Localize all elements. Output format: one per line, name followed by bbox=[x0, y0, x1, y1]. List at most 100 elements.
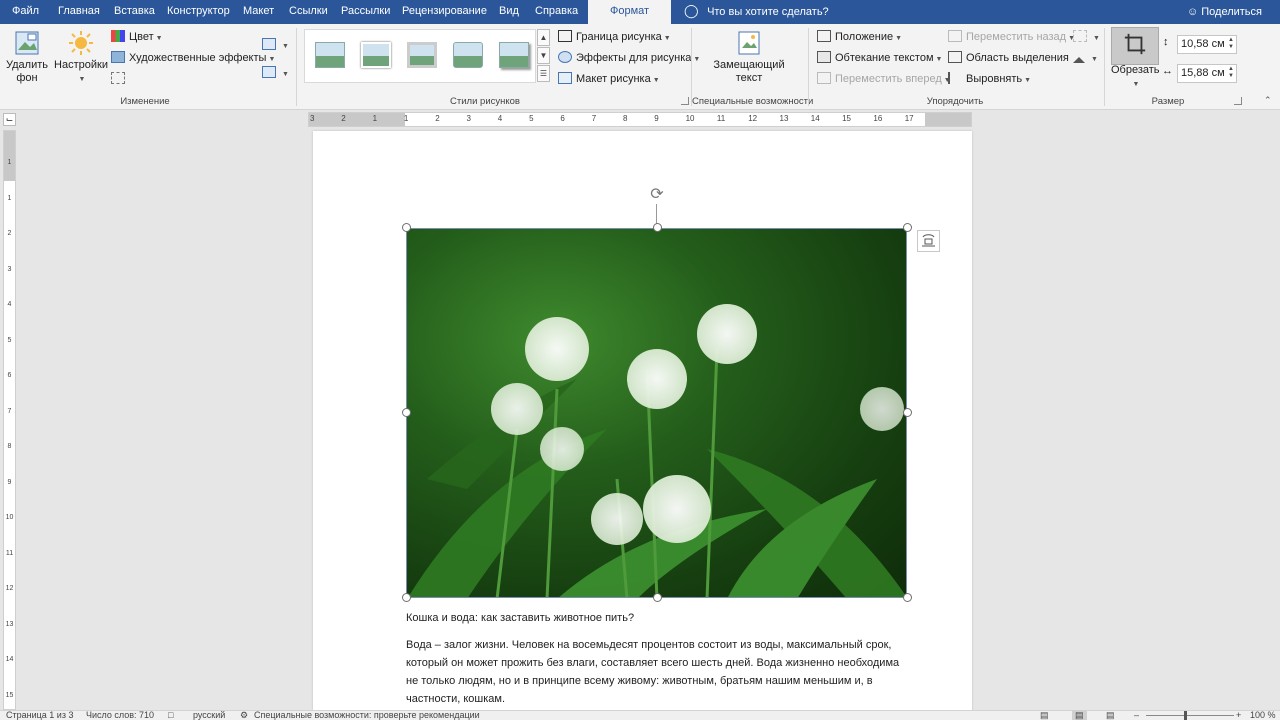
ruler-tick-label: 12 bbox=[748, 114, 758, 123]
picture-style-1[interactable] bbox=[315, 42, 345, 68]
color-button[interactable]: Цвет ▼ bbox=[111, 28, 163, 46]
document-paragraph-line[interactable]: Вода – залог жизни. Человек на восемьдес… bbox=[406, 636, 916, 654]
ruler-tick-label: 15 bbox=[5, 691, 14, 699]
ruler-tick-label: 1 bbox=[7, 159, 12, 166]
zoom-out-icon[interactable]: – bbox=[1134, 710, 1139, 720]
selected-picture[interactable] bbox=[406, 228, 907, 598]
ruler-top-margin bbox=[4, 131, 15, 181]
align-button[interactable]: Выровнять ▼ bbox=[948, 70, 1031, 88]
gallery-up-button[interactable]: ▲ bbox=[537, 29, 550, 46]
alt-text-label-1: Замещающий bbox=[713, 59, 785, 71]
word-count[interactable]: Число слов: 710 bbox=[86, 710, 154, 720]
ruler-tick-label: 3 bbox=[310, 114, 315, 123]
vertical-ruler[interactable]: 1 1 2 3 4 5 6 7 8 9 10 11 12 13 14 15 bbox=[3, 130, 16, 710]
share-button[interactable]: ☺ Поделиться bbox=[1187, 0, 1262, 24]
crop-button[interactable] bbox=[1111, 27, 1159, 65]
corrections-button[interactable]: Настройки ▼ bbox=[54, 30, 108, 86]
styles-dialog-launcher[interactable] bbox=[681, 97, 689, 105]
tab-home[interactable]: Главная bbox=[58, 0, 100, 24]
gallery-down-button[interactable]: ▼ bbox=[537, 47, 550, 64]
tab-review[interactable]: Рецензирование bbox=[402, 0, 487, 24]
language[interactable]: русский bbox=[193, 710, 225, 720]
resize-handle-top-left[interactable] bbox=[402, 223, 411, 232]
compress-pictures-button[interactable]: ▼ bbox=[262, 36, 289, 54]
transparency-button[interactable] bbox=[111, 70, 129, 88]
rotate-handle-icon[interactable]: ⟳ bbox=[648, 186, 666, 204]
horizontal-ruler[interactable]: 3 2 1 1 2 3 4 5 6 7 8 9 10 11 12 13 14 15 16 17 bbox=[308, 112, 972, 127]
size-dialog-launcher[interactable] bbox=[1234, 97, 1242, 105]
resize-handle-top[interactable] bbox=[653, 223, 662, 232]
effects-icon bbox=[558, 51, 572, 63]
crop-label-button[interactable]: Обрезать ▼ bbox=[1111, 64, 1160, 91]
picture-style-5[interactable] bbox=[499, 42, 529, 68]
change-picture-button[interactable]: ▼ bbox=[262, 64, 289, 82]
picture-style-3[interactable] bbox=[407, 42, 437, 68]
resize-handle-bottom-left[interactable] bbox=[402, 593, 411, 602]
picture-layout-button[interactable]: Макет рисунка ▼ bbox=[558, 70, 660, 88]
position-button[interactable]: Положение ▼ bbox=[817, 28, 902, 46]
tell-me-search[interactable]: ◯ Что вы хотите сделать? bbox=[684, 0, 829, 24]
tab-insert[interactable]: Вставка bbox=[114, 0, 155, 24]
height-spinner[interactable]: ▲ ▼ bbox=[1228, 37, 1234, 51]
tab-view[interactable]: Вид bbox=[499, 0, 519, 24]
wrap-text-button[interactable]: Обтекание текстом ▼ bbox=[817, 49, 942, 67]
remove-background-button[interactable]: Удалить фон bbox=[4, 30, 50, 85]
tab-references[interactable]: Ссылки bbox=[289, 0, 328, 24]
bring-forward-button[interactable]: Переместить вперед ▼ bbox=[817, 70, 951, 88]
layout-options-button[interactable] bbox=[917, 230, 940, 252]
bring-forward-label: Переместить вперед bbox=[835, 73, 942, 85]
picture-layout-label: Макет рисунка bbox=[576, 73, 651, 85]
web-layout-icon[interactable]: ▤ bbox=[1106, 710, 1115, 720]
read-mode-icon[interactable]: ▤ bbox=[1040, 710, 1049, 720]
shape-width-input[interactable]: 15,88 см ▲ ▼ bbox=[1177, 64, 1237, 83]
shape-height-input[interactable]: 10,58 см ▲ ▼ bbox=[1177, 35, 1237, 54]
ruler-tick-label: 5 bbox=[7, 336, 12, 344]
ruler-tick-label: 11 bbox=[716, 114, 726, 123]
tab-format[interactable]: Формат bbox=[588, 0, 672, 24]
tab-selector[interactable]: ⌙ bbox=[3, 113, 16, 126]
accessibility-status[interactable]: Специальные возможности: проверьте реком… bbox=[254, 710, 480, 720]
ruler-tick-label: 3 bbox=[7, 265, 12, 273]
alt-text-button[interactable]: Замещающий текст bbox=[710, 30, 788, 85]
tab-file[interactable]: Файл bbox=[12, 0, 39, 24]
picture-border-button[interactable]: Граница рисунка ▼ bbox=[558, 28, 671, 46]
selection-pane-button[interactable]: Область выделения bbox=[948, 49, 1069, 67]
resize-handle-right[interactable] bbox=[903, 408, 912, 417]
collapse-ribbon-icon[interactable]: ⌃ bbox=[1264, 95, 1272, 106]
resize-handle-bottom[interactable] bbox=[653, 593, 662, 602]
page-count[interactable]: Страница 1 из 3 bbox=[6, 710, 73, 720]
alt-text-icon bbox=[738, 31, 760, 55]
gallery-more-button[interactable]: ☰ bbox=[537, 65, 550, 82]
document-paragraph-line[interactable]: не только людям, но и в принципе всему ж… bbox=[406, 672, 916, 690]
picture-effects-button[interactable]: Эффекты для рисунка ▼ bbox=[558, 49, 700, 67]
resize-handle-top-right[interactable] bbox=[903, 223, 912, 232]
print-layout-icon[interactable]: ▤ bbox=[1072, 710, 1087, 720]
document-heading[interactable]: Кошка и вода: как заставить животное пит… bbox=[406, 609, 916, 627]
rotate-button[interactable]: ▼ bbox=[1073, 49, 1098, 67]
picture-layout-icon bbox=[558, 72, 572, 84]
resize-handle-left[interactable] bbox=[402, 408, 411, 417]
picture-style-2[interactable] bbox=[361, 42, 391, 68]
zoom-slider-track[interactable] bbox=[1146, 715, 1234, 716]
tab-design[interactable]: Конструктор bbox=[167, 0, 230, 24]
width-spinner[interactable]: ▲ ▼ bbox=[1228, 66, 1234, 80]
proofing-icon[interactable]: □ bbox=[168, 710, 173, 720]
ruler-tick-label: 2 bbox=[341, 114, 346, 123]
document-paragraph-line[interactable]: который он может прожить без влаги, сост… bbox=[406, 654, 916, 672]
tab-mailings[interactable]: Рассылки bbox=[341, 0, 390, 24]
artistic-effects-button[interactable]: Художественные эффекты ▼ bbox=[111, 49, 275, 67]
zoom-slider-thumb[interactable] bbox=[1184, 711, 1187, 720]
group-label-accessibility: Специальные возможности bbox=[692, 96, 814, 107]
document-paragraph-line[interactable]: частности, кошкам. bbox=[406, 690, 916, 708]
tab-help[interactable]: Справка bbox=[535, 0, 578, 24]
zoom-level[interactable]: 100 % bbox=[1250, 710, 1276, 720]
picture-style-4[interactable] bbox=[453, 42, 483, 68]
wrap-text-label: Обтекание текстом bbox=[835, 52, 934, 64]
ruler-tick-label: 6 bbox=[560, 114, 565, 123]
group-objects-button[interactable]: ▼ bbox=[1073, 28, 1100, 46]
ruler-tick-label: 16 bbox=[873, 114, 883, 123]
send-backward-button[interactable]: Переместить назад ▼ bbox=[948, 28, 1075, 46]
resize-handle-bottom-right[interactable] bbox=[903, 593, 912, 602]
tab-layout[interactable]: Макет bbox=[243, 0, 274, 24]
zoom-in-icon[interactable]: + bbox=[1236, 710, 1241, 720]
